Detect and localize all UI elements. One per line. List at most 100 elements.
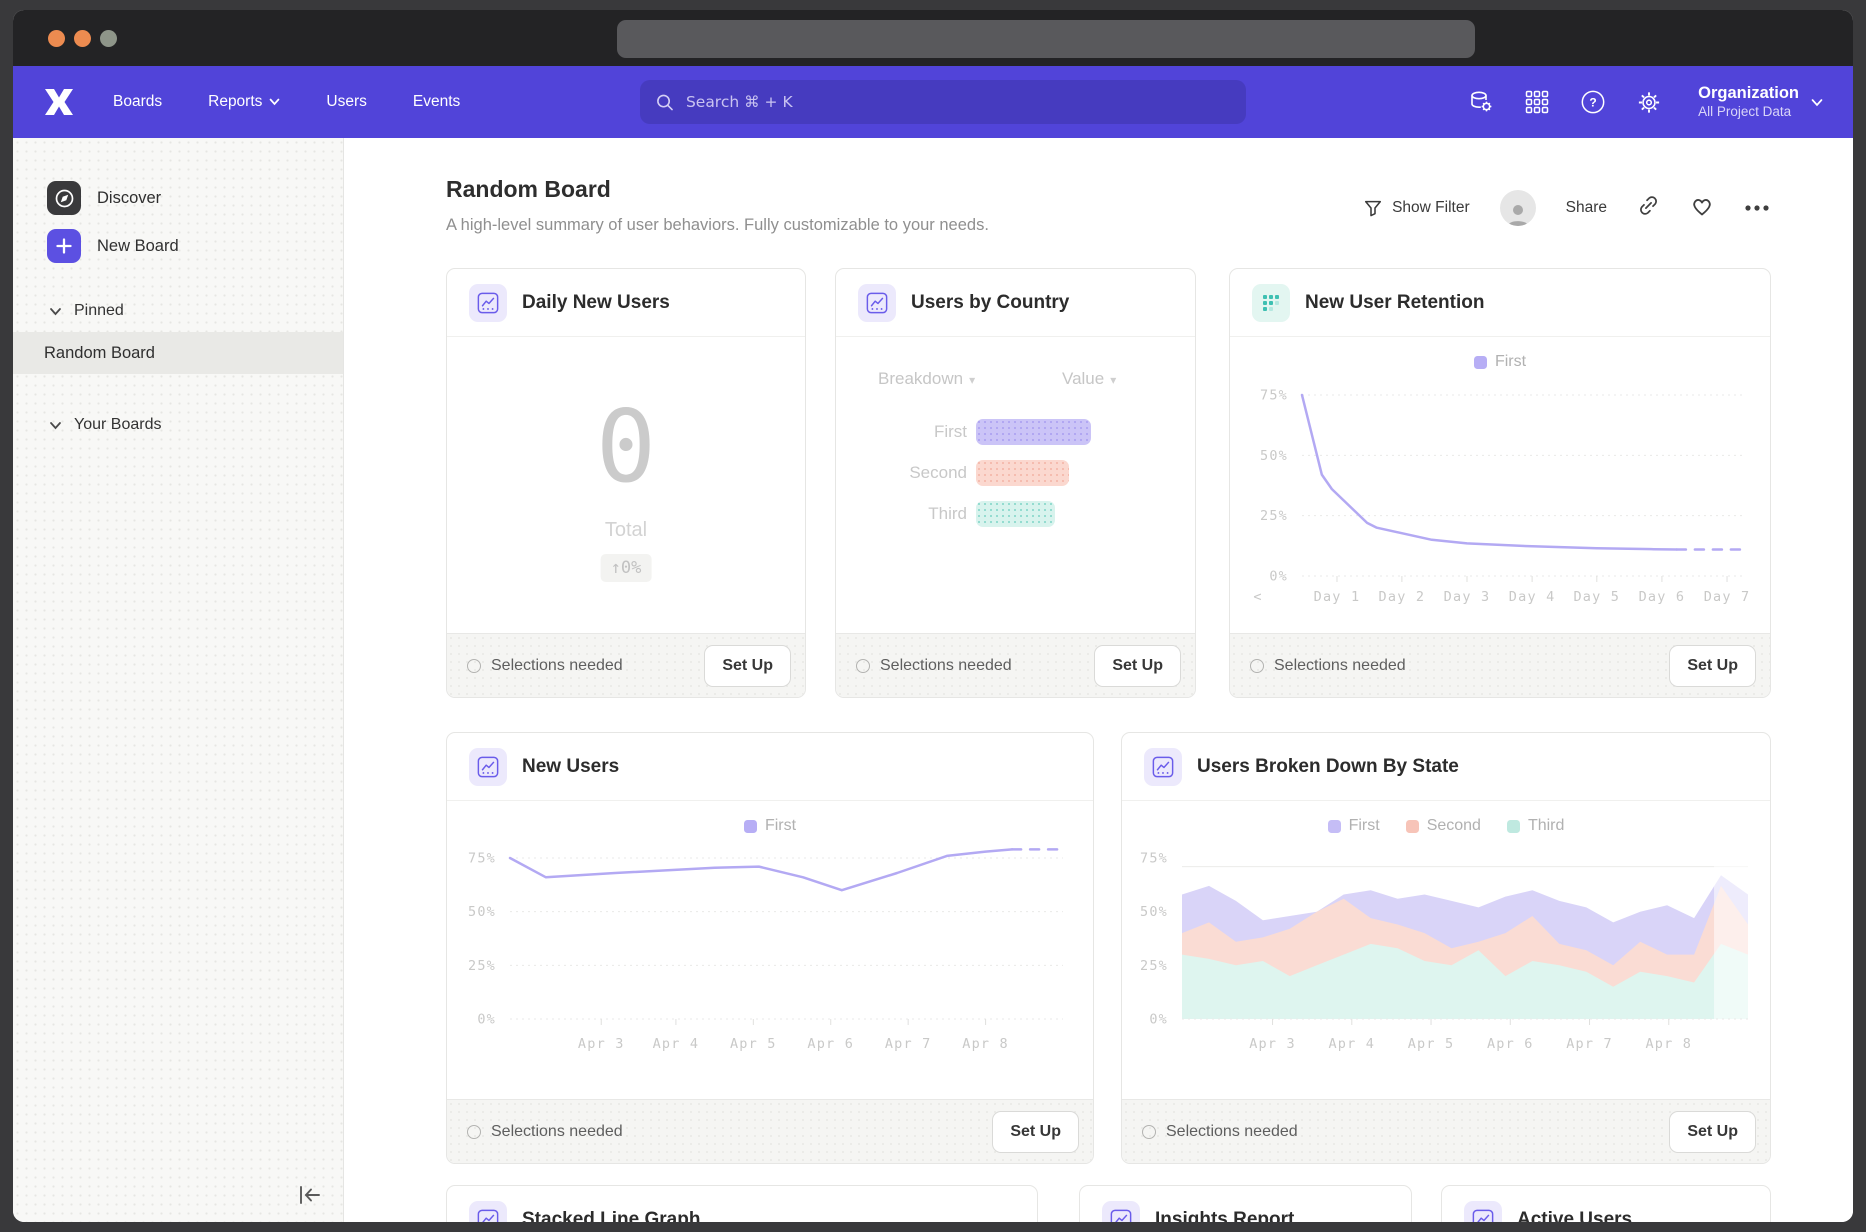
card-footer: Selections needed Set Up xyxy=(447,1099,1093,1163)
radio-circle-icon xyxy=(856,659,870,673)
nav-events[interactable]: Events xyxy=(413,93,460,111)
svg-text:Apr 8: Apr 8 xyxy=(1645,1036,1692,1052)
favorite-button[interactable] xyxy=(1690,195,1714,222)
card-new-user-retention: New User Retention First 75%50%25%0%Day … xyxy=(1229,268,1771,698)
traffic-light-close[interactable] xyxy=(48,30,65,47)
by-state-chart: 75%50%25%0%Apr 3Apr 4Apr 5Apr 6Apr 7Apr … xyxy=(1122,829,1771,1089)
apps-grid-icon[interactable] xyxy=(1524,89,1550,115)
heart-icon xyxy=(1690,195,1714,217)
traffic-light-zoom[interactable] xyxy=(100,30,117,47)
new-users-chart: 75%50%25%0%Apr 3Apr 4Apr 5Apr 6Apr 7Apr … xyxy=(447,829,1094,1089)
nav-items: Boards Reports Users Events xyxy=(113,93,460,111)
svg-text:75%: 75% xyxy=(1140,851,1168,867)
status-text: Selections needed xyxy=(1250,657,1406,675)
set-up-button[interactable]: Set Up xyxy=(1094,645,1181,687)
copy-link-button[interactable] xyxy=(1637,194,1660,222)
sidebar-item-label: Random Board xyxy=(44,344,155,363)
collapse-sidebar-button[interactable] xyxy=(295,1180,325,1210)
address-bar[interactable] xyxy=(617,20,1475,58)
breakdown-dropdown[interactable]: Breakdown▾ xyxy=(878,369,975,389)
metric-label: Total xyxy=(447,519,805,542)
funnel-icon xyxy=(1363,198,1383,218)
set-up-button[interactable]: Set Up xyxy=(992,1111,1079,1153)
sidebar-item-new-board[interactable]: New Board xyxy=(13,222,343,270)
card-new-users: New Users First 75%50%25%0%Apr 3Apr 4Apr… xyxy=(446,732,1094,1164)
svg-text:25%: 25% xyxy=(1140,958,1168,974)
card-header: Insights Report xyxy=(1080,1186,1411,1222)
svg-text:Apr 7: Apr 7 xyxy=(1566,1036,1613,1052)
bar-second xyxy=(976,460,1069,486)
svg-text:50%: 50% xyxy=(468,904,496,920)
sidebar-item-discover[interactable]: Discover xyxy=(13,174,343,222)
card-header: Users Broken Down By State xyxy=(1122,733,1770,801)
status-text: Selections needed xyxy=(467,1123,623,1141)
data-settings-icon[interactable] xyxy=(1468,89,1494,115)
svg-text:<: < xyxy=(1253,589,1262,605)
status-text: Selections needed xyxy=(467,657,623,675)
sidebar-item-label: New Board xyxy=(97,237,179,256)
help-icon[interactable]: ? xyxy=(1580,89,1606,115)
search-input[interactable] xyxy=(684,92,1230,112)
insights-chart-icon xyxy=(1144,748,1182,786)
row-label: First xyxy=(836,422,967,442)
chevron-down-icon: ▾ xyxy=(969,373,975,387)
nav-reports[interactable]: Reports xyxy=(208,93,280,111)
ellipsis-icon xyxy=(1744,204,1770,212)
sidebar-section-pinned[interactable]: Pinned xyxy=(13,290,343,332)
show-filter-button[interactable]: Show Filter xyxy=(1363,198,1470,218)
org-switcher[interactable]: Organization All Project Data xyxy=(1698,83,1823,121)
gear-icon[interactable] xyxy=(1636,89,1662,115)
sidebar-section-your-boards[interactable]: Your Boards xyxy=(13,404,343,446)
card-header: New Users xyxy=(447,733,1093,801)
svg-text:Day 4: Day 4 xyxy=(1509,589,1556,605)
sidebar-item-random-board[interactable]: Random Board xyxy=(13,332,343,374)
card-title: Active Users xyxy=(1517,1209,1632,1223)
traffic-light-minimize[interactable] xyxy=(74,30,91,47)
set-up-button[interactable]: Set Up xyxy=(1669,1111,1756,1153)
mixpanel-logo[interactable] xyxy=(43,87,77,117)
svg-text:Apr 5: Apr 5 xyxy=(1408,1036,1455,1052)
bar-third xyxy=(976,501,1055,527)
more-options-button[interactable] xyxy=(1744,199,1770,217)
chevron-down-icon xyxy=(269,98,280,106)
value-dropdown[interactable]: Value▾ xyxy=(1062,369,1116,389)
search-bar[interactable] xyxy=(640,80,1246,124)
retention-grid-icon xyxy=(1252,284,1290,322)
nav-users[interactable]: Users xyxy=(326,93,366,111)
collapse-sidebar-icon xyxy=(297,1184,323,1206)
sidebar: Discover New Board Pinned Random Board xyxy=(13,138,344,1222)
card-daily-new-users: Daily New Users 0 Total ↑0% Selections n… xyxy=(446,268,806,698)
status-text: Selections needed xyxy=(1142,1123,1298,1141)
person-icon xyxy=(1505,202,1531,226)
svg-text:Apr 4: Apr 4 xyxy=(1328,1036,1375,1052)
titlebar xyxy=(13,10,1853,66)
card-title: Daily New Users xyxy=(522,292,670,314)
avatar[interactable] xyxy=(1500,190,1536,226)
card-title: New User Retention xyxy=(1305,292,1484,314)
app-body: Discover New Board Pinned Random Board xyxy=(13,138,1853,1222)
share-button[interactable]: Share xyxy=(1566,199,1607,217)
bar-first xyxy=(976,419,1091,445)
card-active-users: Active Users xyxy=(1441,1185,1771,1222)
nav-boards[interactable]: Boards xyxy=(113,93,162,111)
show-filter-label: Show Filter xyxy=(1392,199,1470,217)
card-insights-report: Insights Report xyxy=(1079,1185,1412,1222)
set-up-button[interactable]: Set Up xyxy=(704,645,791,687)
card-title: Insights Report xyxy=(1155,1209,1294,1223)
card-footer: Selections needed Set Up xyxy=(1122,1099,1770,1163)
svg-text:Day 7: Day 7 xyxy=(1704,589,1751,605)
link-icon xyxy=(1637,194,1660,217)
svg-text:25%: 25% xyxy=(1260,508,1288,524)
card-users-by-country: Users by Country Breakdown▾ Value▾ First… xyxy=(835,268,1196,698)
page-title: Random Board xyxy=(446,176,611,203)
card-footer: Selections needed Set Up xyxy=(1230,633,1770,697)
top-navbar: Boards Reports Users Events xyxy=(13,66,1853,138)
country-row: Third xyxy=(836,501,1055,527)
insights-chart-icon xyxy=(469,1201,507,1223)
set-up-button[interactable]: Set Up xyxy=(1669,645,1756,687)
card-header: Stacked Line Graph xyxy=(447,1186,1037,1222)
org-project: All Project Data xyxy=(1698,104,1799,121)
chevron-down-icon xyxy=(49,421,62,430)
radio-circle-icon xyxy=(1250,659,1264,673)
card-footer: Selections needed Set Up xyxy=(836,633,1195,697)
